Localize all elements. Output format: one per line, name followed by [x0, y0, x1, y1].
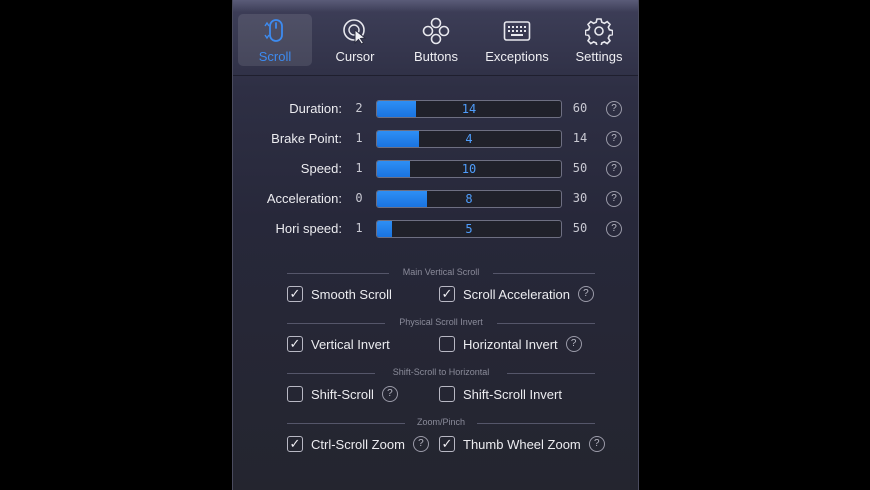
slider-label: Hori speed:	[275, 221, 342, 236]
horizontal-invert-option[interactable]: Horizontal Invert ?	[439, 334, 582, 354]
speed-slider[interactable]: 10	[376, 160, 562, 178]
help-icon[interactable]: ?	[381, 386, 398, 402]
vertical-invert-option[interactable]: Vertical Invert	[287, 334, 390, 354]
slider-brake-point: Brake Point: 1 4 14 ?	[233, 129, 638, 149]
tab-label: Cursor	[335, 49, 375, 64]
section-divider	[507, 373, 595, 374]
option-label: Shift-Scroll	[311, 386, 374, 402]
slider-label: Brake Point:	[271, 131, 342, 146]
slider-value: 10	[461, 162, 477, 176]
tab-label: Exceptions	[485, 49, 549, 64]
help-icon[interactable]: ?	[606, 161, 622, 177]
cursor-icon	[343, 19, 367, 45]
section-header: Main Vertical Scroll	[287, 267, 595, 279]
help-icon[interactable]: ?	[606, 221, 622, 237]
section-title: Main Vertical Scroll	[402, 267, 480, 277]
shift-scroll-invert-option[interactable]: Shift-Scroll Invert	[439, 384, 562, 404]
slider-acceleration: Acceleration: 0 8 30 ?	[233, 189, 638, 209]
slider-value: 14	[461, 102, 477, 116]
shift-scroll-checkbox[interactable]	[287, 386, 303, 402]
slider-value: 5	[465, 222, 473, 236]
option-label: Thumb Wheel Zoom	[463, 436, 581, 452]
slider-min: 1	[355, 131, 363, 145]
slider-max: 50	[572, 221, 588, 235]
option-label: Ctrl-Scroll Zoom	[311, 436, 405, 452]
option-label: Horizontal Invert	[463, 336, 558, 352]
section-divider	[497, 323, 595, 324]
smooth-scroll-option[interactable]: Smooth Scroll	[287, 284, 392, 304]
tab-settings[interactable]: Settings	[567, 14, 631, 66]
slider-min: 0	[355, 191, 363, 205]
thumb-wheel-zoom-checkbox[interactable]	[439, 436, 455, 452]
ctrl-scroll-zoom-option[interactable]: Ctrl-Scroll Zoom ?	[287, 434, 429, 454]
tab-exceptions[interactable]: Exceptions	[481, 14, 553, 66]
keyboard-icon	[503, 21, 531, 41]
slider-max: 60	[572, 101, 588, 115]
horizontal-invert-checkbox[interactable]	[439, 336, 455, 352]
buttons-icon	[422, 17, 450, 45]
vertical-invert-checkbox[interactable]	[287, 336, 303, 352]
slider-min: 2	[355, 101, 363, 115]
section-header: Zoom/Pinch	[287, 417, 595, 429]
tab-buttons[interactable]: Buttons	[405, 14, 467, 66]
help-icon[interactable]: ?	[606, 101, 622, 117]
help-icon[interactable]: ?	[577, 286, 594, 302]
tab-label: Scroll	[258, 49, 292, 64]
tab-label: Buttons	[413, 49, 459, 64]
slider-label: Duration:	[289, 101, 342, 116]
slider-speed: Speed: 1 10 50 ?	[233, 159, 638, 179]
option-row: Ctrl-Scroll Zoom ? Thumb Wheel Zoom ?	[233, 434, 638, 454]
section-divider	[477, 423, 595, 424]
hori-speed-slider[interactable]: 5	[376, 220, 562, 238]
tab-cursor[interactable]: Cursor	[325, 14, 385, 66]
slider-min: 1	[355, 161, 363, 175]
toolbar: Scroll Cursor Buttons Exceptions Setting…	[233, 14, 638, 68]
slider-label: Speed:	[300, 161, 342, 176]
toolbar-divider	[233, 75, 638, 76]
help-icon[interactable]: ?	[606, 131, 622, 147]
slider-duration: Duration: 2 14 60 ?	[233, 99, 638, 119]
thumb-wheel-zoom-option[interactable]: Thumb Wheel Zoom ?	[439, 434, 605, 454]
scroll-acceleration-option[interactable]: Scroll Acceleration ?	[439, 284, 594, 304]
duration-slider[interactable]: 14	[376, 100, 562, 118]
slider-max: 50	[572, 161, 588, 175]
shift-scroll-option[interactable]: Shift-Scroll ?	[287, 384, 398, 404]
slider-hori-speed: Hori speed: 1 5 50 ?	[233, 219, 638, 239]
scroll-icon	[264, 19, 283, 42]
slider-min: 1	[355, 221, 363, 235]
acceleration-slider[interactable]: 8	[376, 190, 562, 208]
option-row: Shift-Scroll ? Shift-Scroll Invert	[233, 384, 638, 404]
gear-icon	[585, 18, 613, 45]
section-title: Shift-Scroll to Horizontal	[392, 367, 490, 377]
section-title: Zoom/Pinch	[416, 417, 466, 427]
option-row: Smooth Scroll Scroll Acceleration ?	[233, 284, 638, 304]
slider-max: 14	[572, 131, 588, 145]
brake-point-slider[interactable]: 4	[376, 130, 562, 148]
option-label: Smooth Scroll	[311, 286, 392, 302]
help-icon[interactable]: ?	[565, 336, 582, 352]
slider-value: 8	[465, 192, 473, 206]
smooth-scroll-checkbox[interactable]	[287, 286, 303, 302]
option-label: Shift-Scroll Invert	[463, 386, 562, 402]
ctrl-scroll-zoom-checkbox[interactable]	[287, 436, 303, 452]
help-icon[interactable]: ?	[606, 191, 622, 207]
option-label: Vertical Invert	[311, 336, 390, 352]
section-title: Physical Scroll Invert	[399, 317, 483, 327]
option-label: Scroll Acceleration	[463, 286, 570, 302]
slider-label: Acceleration:	[266, 191, 342, 206]
section-divider	[493, 273, 595, 274]
shift-scroll-invert-checkbox[interactable]	[439, 386, 455, 402]
help-icon[interactable]: ?	[412, 436, 429, 452]
slider-max: 30	[572, 191, 588, 205]
section-header: Physical Scroll Invert	[287, 317, 595, 329]
tab-label: Settings	[575, 49, 623, 64]
slider-value: 4	[465, 132, 473, 146]
preferences-window: Scroll Cursor Buttons Exceptions Setting…	[232, 0, 639, 490]
option-row: Vertical Invert Horizontal Invert ?	[233, 334, 638, 354]
section-header: Shift-Scroll to Horizontal	[287, 367, 595, 379]
scroll-acceleration-checkbox[interactable]	[439, 286, 455, 302]
help-icon[interactable]: ?	[588, 436, 605, 452]
tab-scroll[interactable]: Scroll	[238, 14, 312, 66]
